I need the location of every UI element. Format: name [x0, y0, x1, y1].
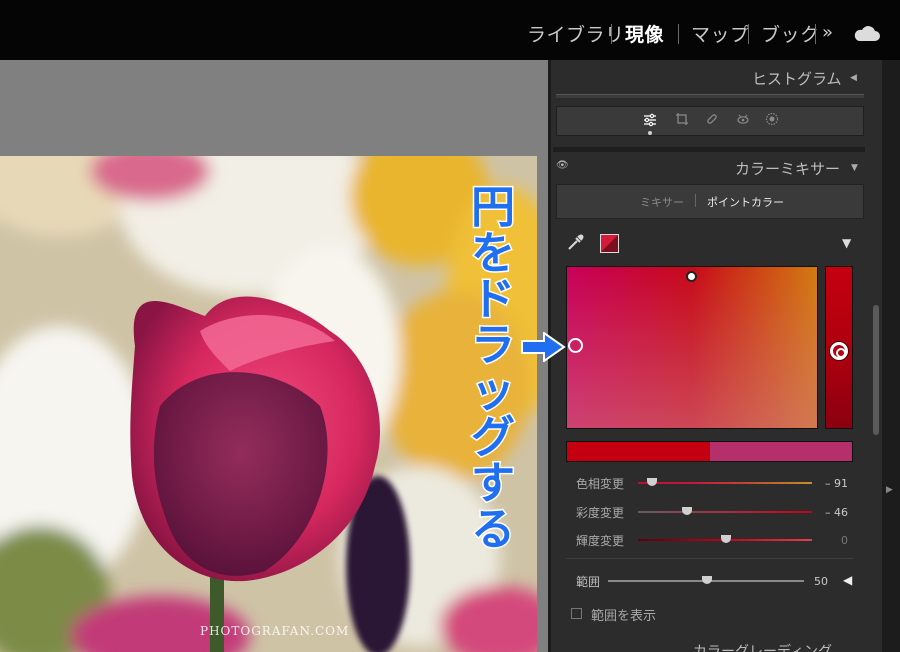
panel-divider: [553, 147, 865, 152]
tab-mixer[interactable]: ミキサー: [640, 194, 684, 210]
saturation-shift-value[interactable]: – 46: [808, 506, 848, 519]
filmstrip-edge: [882, 60, 900, 652]
module-map[interactable]: マップ: [691, 20, 750, 47]
module-separator: [815, 24, 816, 44]
luminance-shift-label: 輝度変更: [576, 534, 625, 548]
collapse-triangle-icon[interactable]: ◀: [850, 73, 857, 83]
show-range-label[interactable]: 範囲を表示: [591, 605, 656, 624]
annotation-char: ッ: [471, 366, 515, 417]
cloud-icon[interactable]: [854, 26, 880, 42]
luminance-shift-value[interactable]: 0: [808, 534, 848, 547]
annotation-char: 円: [471, 182, 515, 233]
masking-icon[interactable]: [765, 112, 779, 126]
annotation-char: ラ: [471, 320, 515, 371]
show-range-checkbox[interactable]: [571, 608, 582, 619]
histogram-header[interactable]: ヒストグラム: [752, 68, 842, 89]
eye-icon[interactable]: 👁: [556, 160, 569, 171]
hue-shift-label: 色相変更: [576, 477, 625, 491]
color-mixer-header[interactable]: カラーミキサー: [735, 158, 840, 179]
tab-point-color[interactable]: ポイントカラー: [707, 194, 784, 210]
tulip-photo: [0, 156, 537, 652]
saturation-shift-track[interactable]: [638, 511, 812, 513]
annotation-char: グ: [471, 412, 515, 463]
before-after-swatch: [566, 441, 853, 462]
annotation-text: 円をドラッグする: [470, 181, 517, 557]
range-label: 範囲: [576, 575, 601, 589]
saturation-shift-label: 彩度変更: [576, 506, 625, 520]
crop-icon[interactable]: [675, 112, 689, 126]
svg-text:円をドラッグする: 円をドラッグする: [471, 182, 515, 555]
range-value[interactable]: 50: [788, 575, 828, 588]
color-field-handle-secondary[interactable]: [686, 271, 697, 282]
pointer-arrow-icon: [521, 332, 566, 362]
annotation-char: る: [471, 504, 515, 555]
active-tool-indicator: [648, 131, 652, 135]
before-color: [567, 442, 710, 461]
expand-triangle-icon[interactable]: ▼: [851, 163, 858, 173]
section-divider: [566, 558, 853, 559]
double-chevron-right-icon[interactable]: »: [822, 22, 833, 43]
module-separator: [678, 24, 679, 44]
module-separator: [748, 24, 749, 44]
annotation-char: を: [471, 228, 515, 279]
annotation-char: す: [471, 458, 515, 509]
next-panel-header[interactable]: カラーグレーディング: [553, 638, 865, 652]
module-book[interactable]: ブック: [761, 20, 820, 47]
swatch-menu-triangle-icon[interactable]: ▼: [842, 236, 851, 250]
color-field-handle[interactable]: [568, 338, 583, 353]
sliders-icon[interactable]: [643, 113, 657, 127]
annotation-char: ド: [471, 274, 515, 325]
module-library[interactable]: ライブラリ: [527, 20, 625, 47]
healing-brush-icon[interactable]: [705, 112, 719, 126]
eyedropper-icon[interactable]: [566, 232, 586, 252]
watermark: PHOTOGRAFAN.COM: [200, 624, 350, 638]
histogram-area: [556, 94, 864, 98]
hue-shift-value[interactable]: – 91: [808, 477, 848, 490]
color-range-field[interactable]: [566, 266, 818, 429]
color-grading-header[interactable]: カラーグレーディング: [693, 641, 832, 652]
hue-shift-track[interactable]: [638, 482, 812, 484]
range-reset-triangle-icon[interactable]: ◀: [843, 573, 852, 587]
hue-strip-handle[interactable]: [830, 342, 848, 360]
after-color: [710, 442, 852, 461]
panel-scrollbar-thumb[interactable]: [873, 305, 879, 435]
sampled-color-swatch[interactable]: [600, 234, 619, 253]
red-eye-icon[interactable]: [736, 112, 750, 126]
tab-separator: [695, 194, 696, 207]
expand-right-arrow-icon[interactable]: ▶: [886, 485, 893, 495]
module-develop[interactable]: 現像: [625, 20, 664, 47]
module-separator: [611, 24, 612, 44]
